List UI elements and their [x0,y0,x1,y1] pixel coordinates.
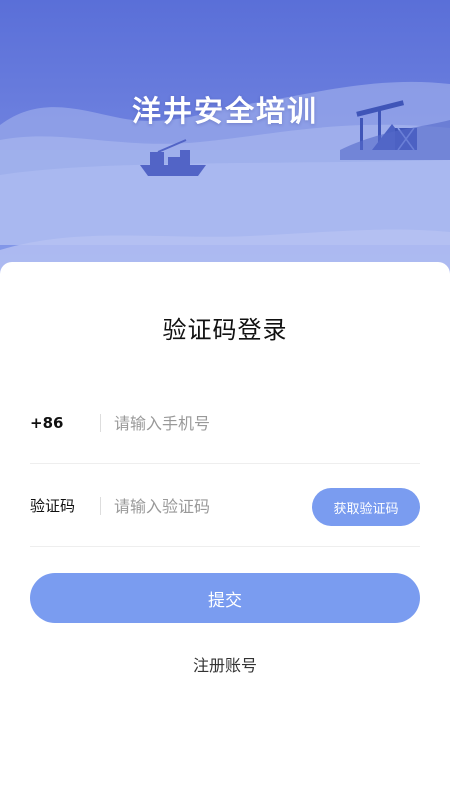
page-title: 验证码登录 [162,316,288,344]
country-code[interactable]: +86 [30,382,63,464]
app-title: 洋井安全培训 [131,94,318,128]
divider [100,497,101,515]
banner-illustration [0,0,450,290]
verification-label: 验证码 [30,497,76,515]
submit-button[interactable]: 提交 [30,573,420,623]
get-code-button[interactable]: 获取验证码 [312,488,420,526]
verification-row: 验证码 获取验证码 [30,465,420,547]
login-card: 验证码登录 +86 验证码 获取验证码 提交 注册账号 [0,262,450,800]
register-link[interactable]: 注册账号 [0,652,450,676]
phone-input[interactable] [114,408,304,438]
divider [100,414,101,432]
verification-code-input[interactable] [114,491,304,521]
phone-row: +86 [30,382,420,464]
header-banner: 洋井安全培训 [0,0,450,290]
